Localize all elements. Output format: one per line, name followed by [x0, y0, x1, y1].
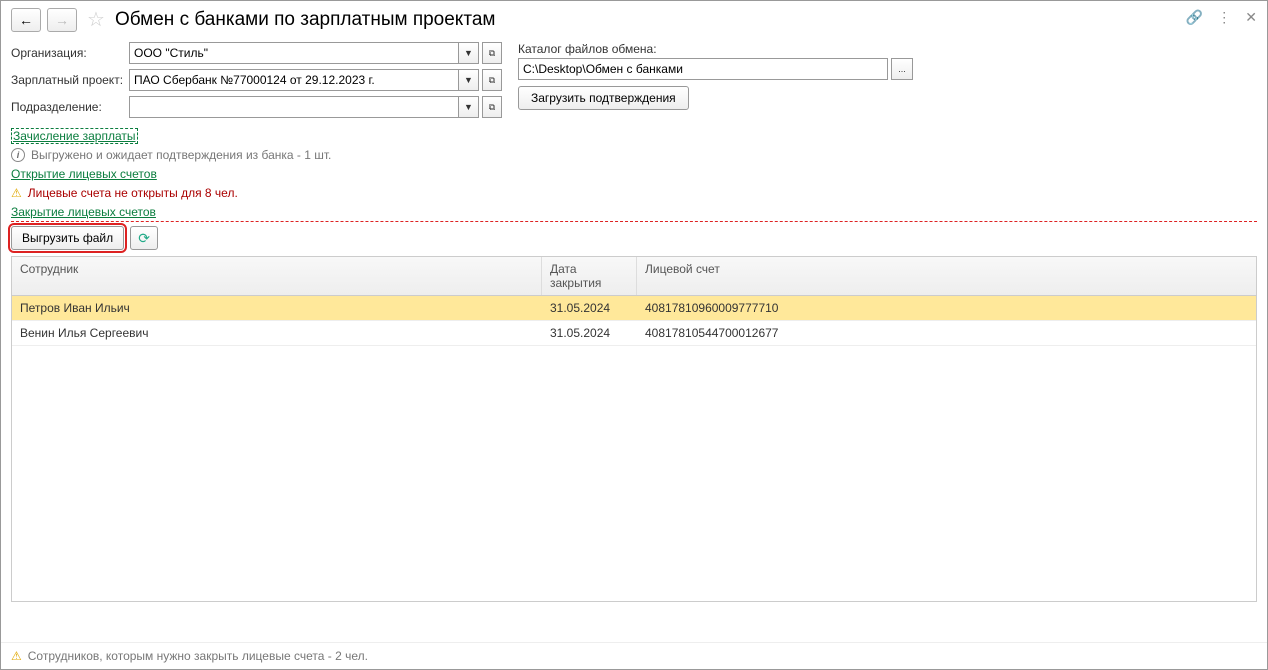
chevron-down-icon: ▼ [464, 75, 473, 85]
refresh-button[interactable]: ⟳ [130, 226, 158, 250]
catalog-field-wrap: ... [518, 58, 913, 80]
export-file-button[interactable]: Выгрузить файл [11, 226, 124, 250]
table-row[interactable]: Венин Илья Сергеевич31.05.20244081781054… [12, 321, 1256, 346]
arrow-left-icon: ← [19, 12, 33, 28]
org-input[interactable] [129, 42, 459, 64]
ellipsis-icon: ... [898, 64, 906, 74]
window-header: ← → ☆ Обмен с банками по зарплатным прое… [1, 1, 1267, 38]
dept-input[interactable] [129, 96, 459, 118]
catalog-browse-button[interactable]: ... [891, 58, 913, 80]
chevron-down-icon: ▼ [464, 48, 473, 58]
cell-account: 40817810960009777710 [637, 296, 1256, 320]
load-confirmations-button[interactable]: Загрузить подтверждения [518, 86, 689, 110]
header-actions: 🔗 ⋮ ✕ [1186, 9, 1257, 26]
project-label: Зарплатный проект: [11, 73, 129, 87]
col-employee[interactable]: Сотрудник [12, 257, 542, 295]
col-close-date[interactable]: Дата закрытия [542, 257, 637, 295]
star-icon[interactable]: ☆ [83, 7, 109, 32]
links-area: Зачисление зарплаты [1, 127, 1267, 145]
close-icon[interactable]: ✕ [1245, 9, 1257, 26]
employees-table: Сотрудник Дата закрытия Лицевой счет Пет… [11, 256, 1257, 602]
org-label: Организация: [11, 46, 129, 60]
table-header: Сотрудник Дата закрытия Лицевой счет [12, 257, 1256, 296]
catalog-input[interactable] [518, 58, 888, 80]
open-acc-link-row: Открытие лицевых счетов [1, 165, 1267, 183]
open-icon: ⧉ [489, 75, 495, 86]
open-icon: ⧉ [489, 102, 495, 113]
upload-status-text: Выгружено и ожидает подтверждения из бан… [31, 148, 331, 162]
left-form: Организация: ▼ ⧉ Зарплатный проект: ▼ ⧉ … [11, 42, 502, 123]
salary-crediting-link[interactable]: Зачисление зарплаты [13, 129, 136, 143]
forward-button[interactable]: → [47, 8, 77, 32]
table-row[interactable]: Петров Иван Ильич31.05.20244081781096000… [12, 296, 1256, 321]
link-icon[interactable]: 🔗 [1186, 9, 1203, 26]
project-input[interactable] [129, 69, 459, 91]
page-title: Обмен с банками по зарплатным проектам [115, 9, 496, 31]
footer-text: Сотрудников, которым нужно закрыть лицев… [28, 649, 368, 663]
chevron-down-icon: ▼ [464, 102, 473, 112]
info-icon: i [11, 148, 25, 162]
refresh-icon: ⟳ [138, 230, 150, 247]
right-form: Каталог файлов обмена: ... Загрузить под… [518, 42, 913, 123]
cell-employee: Венин Илья Сергеевич [12, 321, 542, 345]
project-open-button[interactable]: ⧉ [482, 69, 502, 91]
close-acc-link-row: Закрытие лицевых счетов [1, 203, 1267, 221]
more-icon[interactable]: ⋮ [1217, 9, 1231, 26]
org-field-wrap: ▼ ⧉ [129, 42, 502, 64]
warning-icon: ⚠ [11, 186, 22, 200]
dept-field-wrap: ▼ ⧉ [129, 96, 502, 118]
dept-label: Подразделение: [11, 100, 129, 114]
org-row: Организация: ▼ ⧉ [11, 42, 502, 64]
warning-icon: ⚠ [11, 649, 22, 663]
form-area: Организация: ▼ ⧉ Зарплатный проект: ▼ ⧉ … [1, 38, 1267, 127]
table-body: Петров Иван Ильич31.05.20244081781096000… [12, 296, 1256, 346]
close-accounts-link[interactable]: Закрытие лицевых счетов [11, 205, 156, 219]
cell-date: 31.05.2024 [542, 296, 637, 320]
action-bar: Выгрузить файл ⟳ [11, 221, 1257, 254]
project-dropdown-button[interactable]: ▼ [459, 69, 479, 91]
dept-dropdown-button[interactable]: ▼ [459, 96, 479, 118]
cell-employee: Петров Иван Ильич [12, 296, 542, 320]
arrow-right-icon: → [55, 12, 69, 28]
back-button[interactable]: ← [11, 8, 41, 32]
open-icon: ⧉ [489, 48, 495, 59]
org-open-button[interactable]: ⧉ [482, 42, 502, 64]
upload-status-row: i Выгружено и ожидает подтверждения из б… [1, 145, 1267, 165]
footer-status: ⚠ Сотрудников, которым нужно закрыть лиц… [1, 642, 1267, 669]
dept-open-button[interactable]: ⧉ [482, 96, 502, 118]
open-accounts-link[interactable]: Открытие лицевых счетов [11, 167, 157, 181]
open-acc-status-row: ⚠ Лицевые счета не открыты для 8 чел. [1, 183, 1267, 203]
catalog-label: Каталог файлов обмена: [518, 42, 913, 56]
open-acc-status-text: Лицевые счета не открыты для 8 чел. [28, 186, 238, 200]
project-row: Зарплатный проект: ▼ ⧉ [11, 69, 502, 91]
project-field-wrap: ▼ ⧉ [129, 69, 502, 91]
org-dropdown-button[interactable]: ▼ [459, 42, 479, 64]
cell-date: 31.05.2024 [542, 321, 637, 345]
cell-account: 40817810544700012677 [637, 321, 1256, 345]
col-account[interactable]: Лицевой счет [637, 257, 1256, 295]
dept-row: Подразделение: ▼ ⧉ [11, 96, 502, 118]
